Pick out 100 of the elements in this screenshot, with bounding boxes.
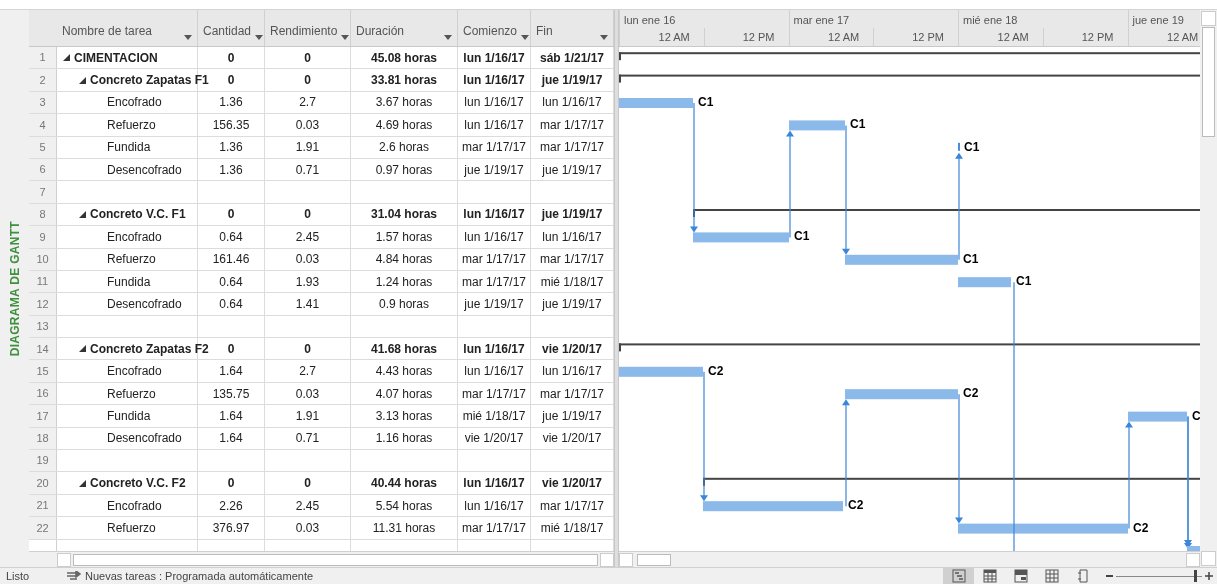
timescale-label: 12 PM — [742, 29, 775, 45]
task-name: Encofrado — [107, 94, 162, 112]
table-cell-text: 1.64 — [219, 430, 243, 448]
table-cell-text: 3.13 horas — [375, 407, 433, 425]
dropdown-icon[interactable] — [184, 35, 192, 40]
table-cell-text: lun 1/16/17 — [464, 497, 524, 515]
table-cell-text: 2.45 — [295, 228, 320, 246]
table-cell-text: 0 — [304, 475, 311, 493]
row-number: 9 — [29, 226, 57, 248]
task-bar — [1187, 546, 1200, 551]
row-number: 15 — [29, 360, 57, 382]
table-cell-text: lun 1/16/17 — [464, 363, 524, 381]
view-label: DIAGRAMA DE GANTT — [6, 220, 23, 357]
horizontal-scrollbar[interactable] — [619, 551, 1200, 567]
status-text[interactable]: Nuevas tareas : Programada automáticamente — [85, 567, 314, 584]
row-number: 14 — [29, 338, 57, 360]
task-name: Encofrado — [107, 228, 162, 246]
table-cell-text: mié 1/18/17 — [540, 273, 604, 291]
column-header[interactable]: Cantidad — [198, 10, 265, 46]
calendar-icon — [982, 569, 997, 583]
table-cell-text: 41.68 horas — [370, 340, 437, 358]
dropdown-icon[interactable] — [444, 35, 452, 40]
table-cell-text: lun 1/16/17 — [463, 49, 525, 67]
row-number: 20 — [29, 472, 57, 494]
team-planner-icon — [1013, 569, 1028, 583]
table-cell-text: 2.45 — [295, 497, 320, 515]
table-cell-text: 5.54 horas — [375, 497, 433, 515]
task-name: Fundida — [107, 139, 151, 157]
task-name: Concreto V.C. F2 — [90, 475, 186, 493]
table-cell-text: 2.7 — [299, 94, 316, 112]
column-header[interactable]: Comienzo — [458, 10, 531, 46]
task-name: Fundida — [107, 273, 151, 291]
column-header[interactable]: Nombre de tarea — [57, 10, 198, 46]
dropdown-icon[interactable] — [600, 35, 608, 40]
table-cell-text: sáb 1/21/17 — [539, 49, 605, 67]
task-name: Desencofrado — [107, 296, 182, 313]
timescale-label: 12 PM — [1081, 29, 1114, 45]
row-number: 11 — [29, 270, 57, 293]
column-header[interactable]: Rendimiento — [265, 10, 351, 46]
table-cell-text: 1.64 — [219, 407, 243, 425]
collapse-icon[interactable] — [63, 54, 70, 62]
table-cell-text: 161.46 — [212, 251, 250, 269]
task-name: Encofrado — [107, 363, 162, 381]
table-cell-text: 11.31 horas — [372, 519, 436, 537]
table-cell-text: mar 1/17/17 — [461, 519, 526, 537]
dropdown-icon[interactable] — [341, 35, 350, 40]
gantt-view-icon — [951, 569, 966, 583]
horizontal-scrollbar[interactable] — [29, 551, 614, 567]
table-cell-text: 1.24 horas — [375, 273, 433, 291]
table-cell-text: jue 1/19/17 — [464, 296, 524, 313]
collapse-icon[interactable] — [79, 210, 86, 218]
table-cell-text: mar 1/17/17 — [461, 273, 526, 291]
task-name: Refuerzo — [107, 385, 156, 403]
table-cell-text: 40.44 horas — [370, 475, 437, 493]
table-cell-text: vie 1/20/17 — [464, 430, 524, 448]
table-cell-text: 1.16 horas — [375, 430, 433, 448]
row-number: 17 — [29, 405, 57, 427]
table-cell-text: vie 1/20/17 — [542, 430, 602, 448]
table-cell-text: 0 — [227, 206, 235, 224]
table-cell-text: 1.41 — [295, 296, 320, 313]
row-number: 8 — [29, 203, 57, 226]
table-cell-text: lun 1/16/17 — [463, 72, 525, 90]
slider-thumb[interactable] — [1194, 570, 1198, 582]
table-cell-text: lun 1/16/17 — [463, 340, 525, 358]
row-number: 21 — [29, 494, 57, 517]
bar-label: C2 — [708, 363, 724, 378]
dropdown-icon[interactable] — [521, 35, 530, 40]
collapse-icon[interactable] — [79, 345, 86, 353]
collapse-icon[interactable] — [79, 479, 86, 487]
view-button[interactable] — [943, 567, 974, 584]
table-cell-text: 0 — [227, 475, 235, 493]
dropdown-icon[interactable] — [255, 35, 264, 40]
table-cell-text: 0 — [304, 72, 311, 90]
table-cell-text: jue 1/19/17 — [542, 407, 602, 425]
table-cell-text: 1.91 — [295, 407, 320, 425]
row-number: 5 — [29, 136, 57, 158]
column-header[interactable]: Duración — [351, 10, 458, 46]
bar-label: C1 — [850, 117, 866, 132]
table-cell-text: lun 1/16/17 — [542, 363, 602, 381]
collapse-icon[interactable] — [79, 76, 86, 84]
table-cell-text: jue 1/19/17 — [541, 72, 603, 90]
table-cell-text: 1.57 horas — [375, 228, 433, 246]
table-cell-text: jue 1/19/17 — [542, 296, 602, 313]
table-cell-text: lun 1/16/17 — [463, 206, 525, 224]
task-name: Refuerzo — [107, 519, 156, 537]
table-cell-text: mar 1/17/17 — [539, 116, 604, 134]
table-cell-text: mar 1/17/17 — [539, 497, 604, 515]
task-name: Desencofrado — [107, 161, 182, 179]
table-cell-text: 0.71 — [295, 430, 320, 448]
table-cell-text: 0 — [227, 340, 235, 358]
table-cell-text: lun 1/16/17 — [542, 94, 602, 112]
zoom-in-icon[interactable] — [1205, 572, 1213, 580]
vertical-scrollbar[interactable] — [1200, 10, 1217, 567]
table-cell-text: 1.64 — [219, 363, 243, 381]
table-cell-text: 0.64 — [219, 228, 243, 246]
task-name: Fundida — [107, 407, 151, 425]
table-cell-text: 1.36 — [219, 161, 243, 179]
zoom-slider[interactable] — [1116, 570, 1202, 582]
table-cell-text: 31.04 horas — [370, 206, 437, 224]
table-cell-text: lun 1/16/17 — [464, 116, 524, 134]
